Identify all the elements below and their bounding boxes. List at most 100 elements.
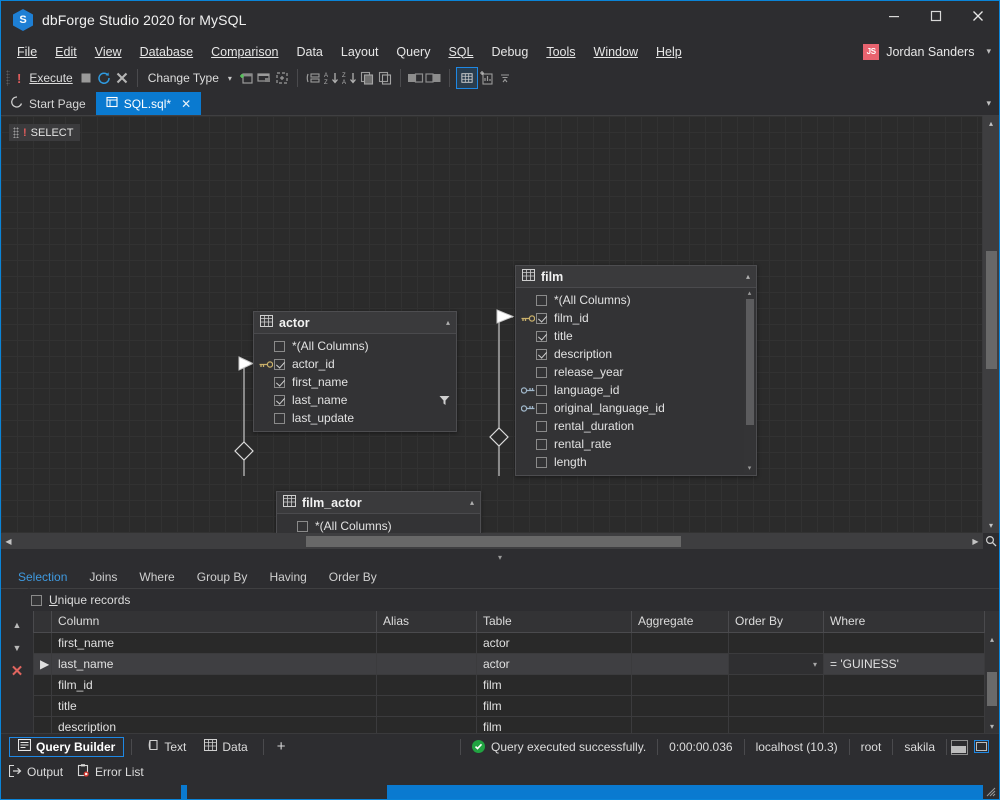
- table-node-film-actor[interactable]: film_actor ▴ *(All Columns) actor_i: [276, 491, 481, 533]
- change-type-button[interactable]: Change Type: [144, 67, 223, 89]
- unique-records-checkbox[interactable]: [31, 595, 42, 606]
- table-node-header[interactable]: film_actor ▴: [277, 492, 480, 514]
- change-type-caret-icon[interactable]: ▾: [223, 74, 237, 83]
- scrollbar-thumb[interactable]: [987, 672, 997, 706]
- column-checkbox[interactable]: [536, 331, 547, 342]
- column-row[interactable]: description: [516, 345, 756, 363]
- cell-table[interactable]: actor: [477, 632, 632, 653]
- column-row[interactable]: *(All Columns): [254, 337, 456, 355]
- column-checkbox[interactable]: [274, 341, 285, 352]
- column-row[interactable]: *(All Columns): [516, 291, 756, 309]
- select-statement-chip[interactable]: ! SELECT: [9, 124, 80, 141]
- canvas-horizontal-scrollbar[interactable]: ◀ ▶: [1, 533, 999, 549]
- column-row[interactable]: last_update: [254, 409, 456, 427]
- minimize-icon[interactable]: [873, 1, 915, 31]
- cell-table[interactable]: film: [477, 695, 632, 716]
- cell-alias[interactable]: [377, 653, 477, 674]
- collapse-icon[interactable]: ▴: [470, 498, 474, 507]
- copy-icon[interactable]: [358, 69, 376, 87]
- menu-sql[interactable]: SQL: [439, 42, 482, 62]
- canvas-vertical-scrollbar[interactable]: ▴ ▾: [983, 116, 999, 533]
- tab-having[interactable]: Having: [258, 566, 317, 588]
- close-icon[interactable]: [957, 1, 999, 31]
- cell-order-by[interactable]: ▾: [729, 653, 824, 674]
- tab-joins[interactable]: Joins: [78, 566, 128, 588]
- collapse-icon[interactable]: ▴: [446, 318, 450, 327]
- cell-order-by[interactable]: [729, 632, 824, 653]
- tab-sql-file[interactable]: SQL.sql* ✕: [96, 92, 201, 115]
- table-node-film[interactable]: film ▴ *(All Columns) film_id: [515, 265, 757, 476]
- column-checkbox[interactable]: [274, 359, 285, 370]
- resize-grip-icon[interactable]: [983, 785, 999, 799]
- cell-table[interactable]: film: [477, 674, 632, 695]
- execute-bang-icon[interactable]: !: [13, 67, 25, 89]
- scrollbar-track[interactable]: [16, 533, 968, 549]
- menu-edit[interactable]: Edit: [46, 42, 86, 62]
- column-checkbox[interactable]: [536, 385, 547, 396]
- dock-tab-error-list[interactable]: Error List: [77, 764, 144, 780]
- tab-group-by[interactable]: Group By: [186, 566, 259, 588]
- column-checkbox[interactable]: [274, 413, 285, 424]
- move-down-button[interactable]: ▼: [7, 640, 27, 656]
- column-checkbox[interactable]: [536, 457, 547, 468]
- cell-where[interactable]: [824, 632, 985, 653]
- split-view-icon[interactable]: [951, 740, 966, 753]
- column-row[interactable]: rental_duration: [516, 417, 756, 435]
- tab-close-icon[interactable]: ✕: [181, 97, 191, 111]
- maximize-icon[interactable]: [915, 1, 957, 31]
- cell-aggregate[interactable]: [632, 674, 729, 695]
- tab-data[interactable]: Data: [196, 737, 255, 757]
- column-row[interactable]: first_name: [254, 373, 456, 391]
- table-row[interactable]: ▶ last_name actor ▾ = 'GUINESS': [34, 653, 985, 674]
- column-row[interactable]: original_language_id: [516, 399, 756, 417]
- toolbar-grip[interactable]: [3, 68, 13, 88]
- scrollbar-track[interactable]: [985, 646, 999, 719]
- new-object-icon[interactable]: [237, 69, 255, 87]
- table-node-scrollbar[interactable]: ▴ ▾: [744, 289, 755, 473]
- scroll-down-icon[interactable]: ▾: [990, 719, 994, 733]
- column-row[interactable]: film_id: [516, 309, 756, 327]
- column-checkbox[interactable]: [274, 377, 285, 388]
- menu-query[interactable]: Query: [387, 42, 439, 62]
- duplicate-icon[interactable]: [376, 69, 394, 87]
- col-header-table[interactable]: Table: [477, 611, 632, 632]
- column-row[interactable]: length: [516, 453, 756, 471]
- tab-order-by[interactable]: Order By: [318, 566, 388, 588]
- cell-aggregate[interactable]: [632, 653, 729, 674]
- cell-where[interactable]: [824, 674, 985, 695]
- move-up-button[interactable]: ▲: [7, 617, 27, 633]
- drag-handle-icon[interactable]: [13, 127, 19, 138]
- scrollbar-thumb[interactable]: [746, 299, 754, 425]
- column-row[interactable]: language_id: [516, 381, 756, 399]
- menu-tools[interactable]: Tools: [537, 42, 584, 62]
- tab-where[interactable]: Where: [128, 566, 185, 588]
- sort-asc-icon[interactable]: A Z: [322, 69, 340, 87]
- cell-alias[interactable]: [377, 695, 477, 716]
- menu-help[interactable]: Help: [647, 42, 691, 62]
- scroll-right-icon[interactable]: ▶: [968, 534, 983, 549]
- menu-layout[interactable]: Layout: [332, 42, 388, 62]
- group-icon[interactable]: [304, 69, 322, 87]
- cell-order-by[interactable]: [729, 695, 824, 716]
- cell-alias[interactable]: [377, 674, 477, 695]
- scrollbar-thumb[interactable]: [306, 536, 681, 547]
- col-header-order-by[interactable]: Order By: [729, 611, 824, 632]
- column-checkbox[interactable]: [274, 395, 285, 406]
- tab-start-page[interactable]: Start Page: [1, 92, 96, 115]
- column-row[interactable]: *(All Columns): [277, 517, 480, 533]
- full-view-icon[interactable]: [974, 740, 989, 753]
- scroll-up-icon[interactable]: ▴: [989, 116, 993, 131]
- menu-data[interactable]: Data: [287, 42, 331, 62]
- column-checkbox[interactable]: [536, 367, 547, 378]
- grid-vertical-scrollbar[interactable]: ▴ ▾: [985, 611, 999, 733]
- chevron-down-icon[interactable]: ▾: [813, 660, 817, 669]
- new-window-icon[interactable]: [255, 69, 273, 87]
- toolbar-overflow-icon[interactable]: [496, 69, 514, 87]
- column-checkbox[interactable]: [536, 295, 547, 306]
- user-account[interactable]: JS Jordan Sanders ▾: [863, 44, 999, 60]
- cell-column[interactable]: film_id: [52, 674, 377, 695]
- cell-column[interactable]: last_name: [52, 653, 377, 674]
- column-row[interactable]: title: [516, 327, 756, 345]
- col-header-where[interactable]: Where: [824, 611, 985, 632]
- column-checkbox[interactable]: [536, 313, 547, 324]
